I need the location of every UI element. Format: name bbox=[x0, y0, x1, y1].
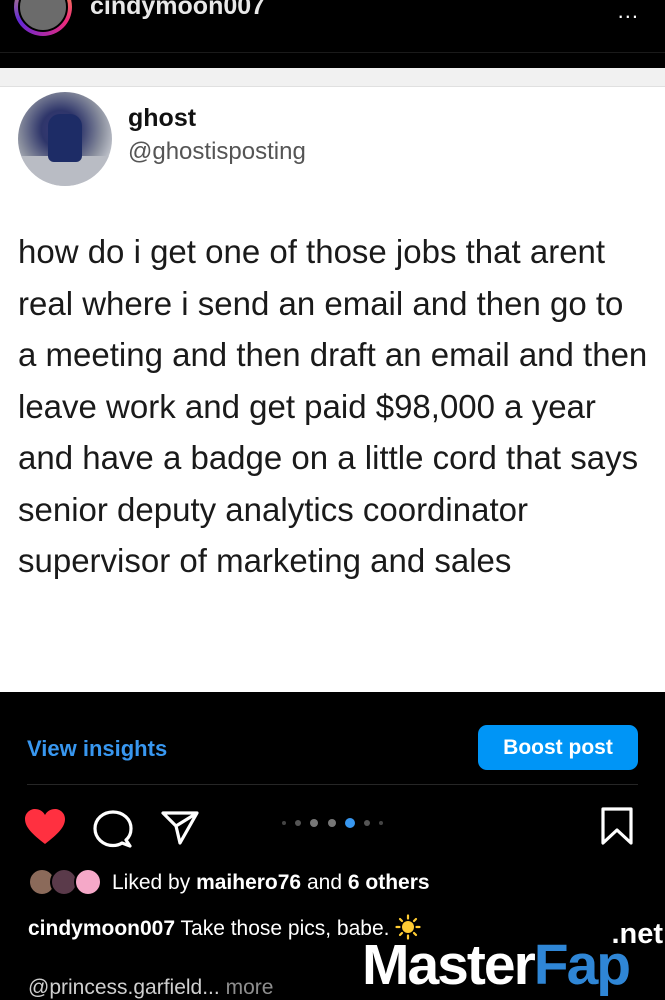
carousel-dot bbox=[328, 819, 336, 827]
post-image[interactable]: ghost @ghostisposting how do i get one o… bbox=[0, 68, 665, 692]
post-header: cindymoon007 ... bbox=[0, 0, 665, 53]
watermark-wordmark: MasterFap bbox=[362, 932, 631, 998]
carousel-dot bbox=[379, 821, 383, 825]
tweet-avatar bbox=[18, 92, 112, 186]
avatar-image bbox=[18, 0, 68, 32]
carousel-dot bbox=[364, 820, 370, 826]
more-link[interactable]: more bbox=[226, 976, 274, 999]
comment-icon[interactable] bbox=[93, 810, 133, 848]
more-options-icon[interactable]: ... bbox=[618, 0, 639, 24]
bookmark-icon[interactable] bbox=[600, 806, 634, 846]
avatar-figure bbox=[48, 114, 82, 162]
carousel-dot-active bbox=[345, 818, 355, 828]
divider bbox=[27, 784, 638, 785]
tweet-display-name: ghost bbox=[128, 104, 197, 132]
watermark-master: Master bbox=[362, 933, 536, 997]
liked-by-prefix: Liked by bbox=[112, 871, 191, 894]
liked-by-others[interactable]: 6 others bbox=[348, 871, 430, 894]
watermark-logo: .net MasterFap bbox=[362, 918, 665, 1000]
caption-continuation[interactable]: @princess.garfield... more bbox=[28, 976, 273, 1000]
view-insights-link[interactable]: View insights bbox=[27, 736, 167, 762]
liked-by-user[interactable]: maihero76 bbox=[196, 871, 301, 894]
share-icon[interactable] bbox=[160, 810, 200, 846]
carousel-dot bbox=[282, 821, 286, 825]
post-username[interactable]: cindymoon007 bbox=[90, 0, 265, 21]
liker-avatar bbox=[74, 868, 102, 896]
caption-text: Take those pics, babe. bbox=[180, 917, 390, 940]
profile-avatar[interactable] bbox=[14, 0, 72, 36]
carousel-dot bbox=[295, 820, 301, 826]
image-top-strip bbox=[0, 68, 665, 87]
liked-by-text: Liked by maihero76 and 6 others bbox=[112, 871, 430, 895]
caption-username[interactable]: cindymoon007 bbox=[28, 917, 175, 940]
liked-by-and: and bbox=[306, 871, 343, 894]
mention-text[interactable]: @princess.garfield... bbox=[28, 976, 220, 999]
boost-post-button[interactable]: Boost post bbox=[478, 725, 638, 770]
tweet-handle: @ghostisposting bbox=[128, 138, 306, 165]
watermark-fap: Fap bbox=[533, 933, 631, 997]
heart-icon[interactable] bbox=[24, 808, 66, 846]
tweet-text: how do i get one of those jobs that aren… bbox=[18, 233, 648, 579]
carousel-dot bbox=[310, 819, 318, 827]
